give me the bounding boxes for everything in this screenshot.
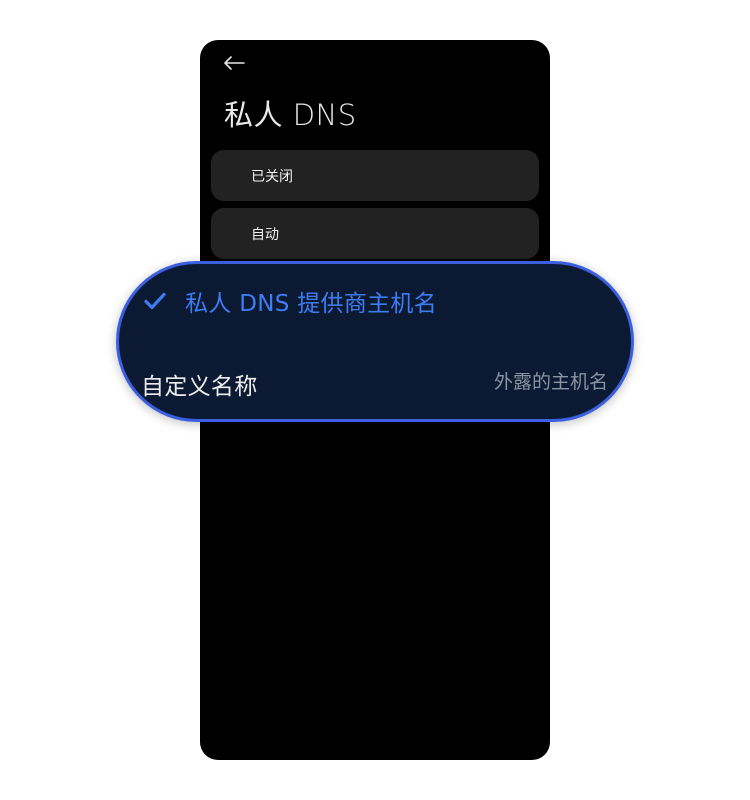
page-title: 私人 DNS <box>224 98 357 132</box>
back-arrow-icon <box>224 56 245 70</box>
option-off-label: 已关闭 <box>251 169 293 185</box>
option-auto-label: 自动 <box>251 227 279 243</box>
provider-hostname-card: 私人 DNS 提供商主机名 自定义名称 <box>116 261 634 422</box>
checkmark-icon <box>144 292 166 310</box>
custom-name-label: 自定义名称 <box>141 374 258 400</box>
back-button[interactable] <box>222 50 252 76</box>
provider-hostname-label: 私人 DNS 提供商主机名 <box>185 291 438 317</box>
option-auto[interactable]: 自动 <box>211 208 539 259</box>
hostname-input[interactable] <box>408 371 608 393</box>
option-provider-hostname[interactable]: 私人 DNS 提供商主机名 <box>143 284 437 318</box>
option-off[interactable]: 已关闭 <box>211 150 539 201</box>
